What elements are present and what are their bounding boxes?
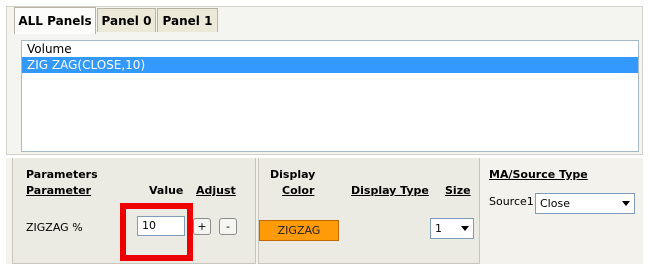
size-column-header: Size xyxy=(445,184,471,197)
tab-all-panels[interactable]: ALL Panels xyxy=(14,7,96,34)
list-item-zigzag[interactable]: ZIG ZAG(CLOSE,10) xyxy=(22,57,638,73)
color-column-header: Color xyxy=(282,184,315,197)
source1-select-value: Close xyxy=(540,197,570,210)
parameters-title: Parameters xyxy=(26,168,98,181)
source1-select[interactable]: Close xyxy=(535,193,635,214)
tab-panel-0[interactable]: Panel 0 xyxy=(97,8,156,32)
value-column-header: Value xyxy=(149,184,184,197)
display-group: Display Color Display Type Size xyxy=(258,158,480,264)
tab-panel-1[interactable]: Panel 1 xyxy=(157,8,218,32)
display-type-column-header: Display Type xyxy=(351,184,429,197)
zigzag-param-label: ZIGZAG % xyxy=(26,221,83,234)
display-title: Display xyxy=(270,168,316,181)
highlight-annotation-box xyxy=(120,203,193,261)
adjust-column-header: Adjust xyxy=(196,184,236,197)
size-select-value: 1 xyxy=(435,222,442,235)
source1-label: Source1 xyxy=(489,195,534,208)
ma-source-title: MA/Source Type xyxy=(489,168,588,181)
increment-button[interactable]: + xyxy=(193,218,211,235)
parameter-column-header: Parameter xyxy=(26,184,92,197)
size-select[interactable]: 1 xyxy=(430,218,474,239)
decrement-button[interactable]: - xyxy=(219,218,237,235)
color-swatch-button[interactable]: ZIGZAG xyxy=(259,220,339,241)
chevron-down-icon xyxy=(622,201,630,206)
chevron-down-icon xyxy=(461,226,469,231)
list-item-volume[interactable]: Volume xyxy=(22,41,638,57)
indicator-list[interactable]: Volume ZIG ZAG(CLOSE,10) xyxy=(21,40,639,152)
